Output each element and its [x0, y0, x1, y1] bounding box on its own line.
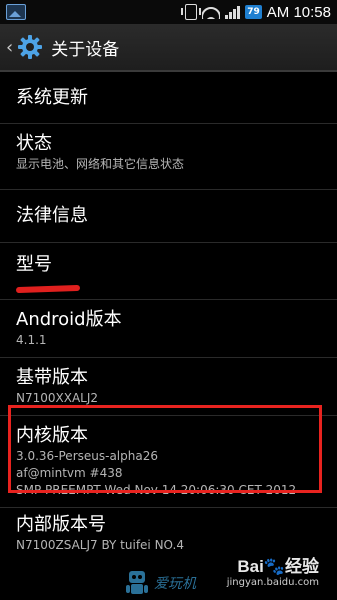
status-clock: AM 10:58 [266, 3, 331, 21]
item-title: 基带版本 [16, 367, 88, 388]
back-button[interactable]: ‹ [0, 24, 43, 70]
baidu-logo: Bai🐾经验 [237, 557, 319, 576]
item-subtitle: 显示电池、网络和其它信息状态 [16, 157, 185, 171]
item-title: Android版本 [16, 309, 122, 330]
item-title: 内部版本号 [16, 514, 106, 535]
robot-icon [126, 571, 148, 594]
settings-list: 系统更新 状态 显示电池、网络和其它信息状态 法律信息 型号 Android版本… [0, 72, 337, 566]
redaction-scribble [15, 284, 81, 294]
item-title: 型号 [16, 254, 52, 275]
action-bar: ‹ 关于设备 [0, 24, 337, 72]
item-value-line: SMP PREEMPT Wed Nov 14 20:06:30 CET 2012 [16, 483, 297, 497]
item-title: 状态 [16, 133, 52, 154]
list-item-kernel-version: 内核版本 3.0.36-Perseus-alpha26 af@mintvm #4… [0, 416, 337, 508]
status-bar: 79 AM 10:58 [0, 0, 337, 24]
baidu-paw-icon: 🐾 [263, 557, 285, 576]
bottom-watermark: 爱玩机 [124, 567, 196, 599]
item-title: 系统更新 [16, 86, 88, 108]
back-chevron-icon: ‹ [6, 36, 14, 58]
list-item-model: 型号 [0, 243, 337, 300]
list-item-status[interactable]: 状态 显示电池、网络和其它信息状态 [0, 124, 337, 190]
page-title: 关于设备 [51, 39, 120, 60]
baidu-url: jingyan.baidu.com [226, 577, 319, 588]
signal-icon [225, 5, 241, 19]
item-value-line: 3.0.36-Perseus-alpha26 [16, 449, 158, 463]
battery-level-badge: 79 [245, 5, 262, 19]
item-value: N7100XXALJ2 [16, 391, 99, 405]
list-item-android-version[interactable]: Android版本 4.1.1 [0, 300, 337, 358]
baidu-watermark: Bai🐾经验 jingyan.baidu.com [227, 552, 319, 588]
list-item-system-update[interactable]: 系统更新 [0, 72, 337, 124]
item-value: 4.1.1 [16, 333, 47, 347]
list-item-legal-info[interactable]: 法律信息 [0, 190, 337, 243]
wifi-icon [202, 5, 221, 19]
item-title: 法律信息 [16, 205, 88, 226]
item-value-line: af@mintvm #438 [16, 466, 123, 480]
bottom-watermark-text: 爱玩机 [154, 576, 196, 592]
list-item-baseband-version: 基带版本 N7100XXALJ2 [0, 358, 337, 416]
gallery-notification-icon [6, 4, 26, 20]
item-title: 内核版本 [16, 425, 88, 446]
vibrate-icon [181, 4, 202, 20]
settings-gear-icon [18, 35, 43, 59]
